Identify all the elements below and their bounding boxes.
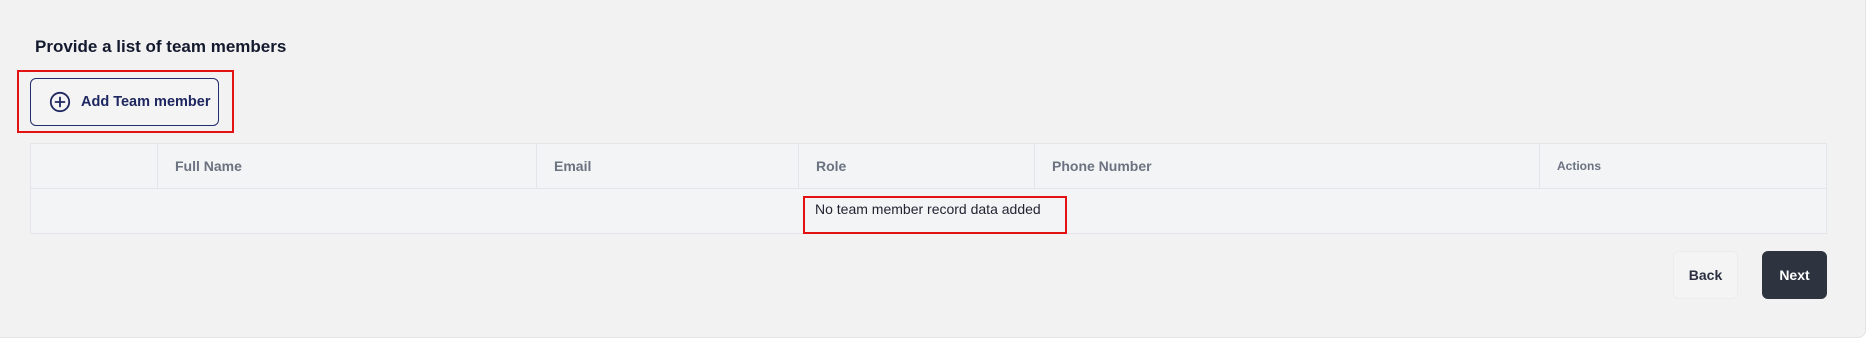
highlight-box-empty-message xyxy=(803,196,1067,234)
table-header: Full Name Email Role Phone Number Action… xyxy=(31,144,1826,189)
column-header-phone-number: Phone Number xyxy=(1034,144,1539,188)
column-header-role: Role xyxy=(798,144,1034,188)
column-header-actions: Actions xyxy=(1539,144,1826,188)
column-header-email: Email xyxy=(536,144,798,188)
team-members-panel: Provide a list of team members Add Team … xyxy=(0,0,1866,338)
back-button[interactable]: Back xyxy=(1673,251,1738,299)
column-header-index xyxy=(31,144,157,188)
column-header-full-name: Full Name xyxy=(157,144,536,188)
highlight-box-add-button xyxy=(17,70,234,133)
section-title: Provide a list of team members xyxy=(35,37,287,56)
next-button[interactable]: Next xyxy=(1762,251,1827,299)
